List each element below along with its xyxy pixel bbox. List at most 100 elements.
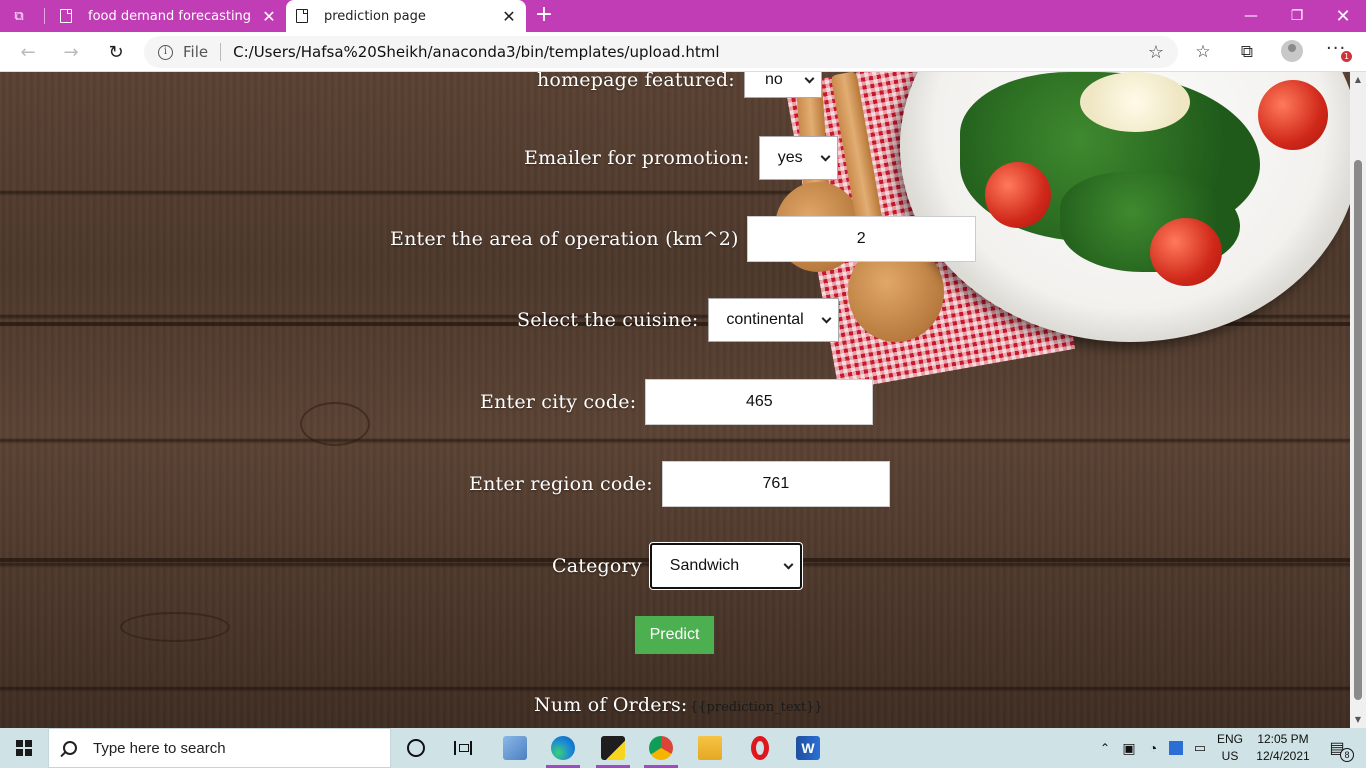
page-icon: [60, 9, 72, 23]
task-view-button[interactable]: [440, 728, 486, 768]
emailer-select[interactable]: yes: [758, 136, 838, 180]
url-scheme: File: [183, 43, 209, 61]
chevron-down-icon: [821, 313, 831, 324]
meet-now-icon[interactable]: ▣: [1119, 728, 1139, 768]
city-label: Enter city code:: [480, 391, 637, 413]
select-value: yes: [777, 149, 803, 166]
browser-tab-bar: ⧉ food demand forecasting ✕ prediction p…: [0, 0, 1366, 32]
page-icon: [296, 9, 308, 23]
page-viewport: homepage featured: no Emailer for promot…: [0, 72, 1350, 728]
tab-actions-icon[interactable]: ⧉: [8, 6, 30, 26]
area-label: Enter the area of operation (km^2): [390, 228, 739, 250]
scrollbar-thumb[interactable]: [1354, 160, 1362, 700]
category-row: Category Sandwich: [552, 543, 802, 589]
select-value: continental: [726, 311, 804, 328]
edge-icon: [551, 736, 575, 760]
wood-knot: [300, 402, 370, 446]
collections-icon[interactable]: ⧉: [1232, 38, 1262, 66]
emailer-label: Emailer for promotion:: [524, 147, 750, 169]
folder-icon: [698, 736, 722, 760]
region-code-input[interactable]: 761: [661, 461, 890, 507]
cuisine-select[interactable]: continental: [707, 298, 839, 342]
notification-count: 8: [1340, 748, 1354, 762]
start-button[interactable]: [0, 728, 48, 768]
taskbar-search-box[interactable]: Type here to search: [48, 728, 391, 768]
sticky-notes-icon: [601, 736, 625, 760]
select-value: no: [764, 72, 783, 88]
windows-icon: [16, 740, 32, 756]
city-code-input[interactable]: 465: [645, 379, 874, 425]
clock-date: 12/4/2021: [1256, 749, 1310, 763]
taskbar-app-edge[interactable]: [540, 728, 586, 768]
close-window-button[interactable]: ✕: [1320, 0, 1366, 32]
cortana-icon: [407, 739, 425, 757]
select-value: Sandwich: [669, 557, 740, 574]
category-select[interactable]: Sandwich: [649, 543, 802, 589]
chrome-icon: [649, 736, 673, 760]
opera-icon: [751, 736, 769, 760]
add-favorite-icon[interactable]: ☆: [1148, 42, 1164, 63]
region-row: Enter region code: 761: [469, 461, 890, 507]
tab-separator: [44, 8, 45, 24]
profile-avatar[interactable]: [1281, 40, 1303, 62]
minimize-button[interactable]: —: [1228, 0, 1274, 32]
taskbar-app-opera[interactable]: [737, 728, 783, 768]
cherry-tomato: [1258, 80, 1328, 150]
chevron-down-icon: [783, 559, 794, 570]
taskbar-app-pc[interactable]: [492, 728, 538, 768]
action-center-button[interactable]: ▤ 8: [1322, 728, 1354, 768]
task-view-icon: [454, 741, 472, 755]
tab-food-demand-forecasting[interactable]: food demand forecasting ✕: [50, 0, 286, 32]
search-placeholder: Type here to search: [93, 739, 226, 757]
cherry-tomato: [1150, 218, 1222, 286]
tab-title: prediction page: [324, 8, 426, 24]
predict-button[interactable]: Predict: [635, 616, 714, 654]
close-icon[interactable]: ✕: [498, 7, 520, 26]
cortana-button[interactable]: [393, 728, 439, 768]
taskbar-clock[interactable]: 12:05 PM 12/4/2021: [1252, 731, 1314, 765]
area-row: Enter the area of operation (km^2) 2: [390, 216, 976, 262]
word-icon: W: [796, 736, 820, 760]
num-of-orders-label: Num of Orders:: [534, 694, 688, 716]
close-icon[interactable]: ✕: [258, 7, 280, 26]
region-label: Enter region code:: [469, 473, 653, 495]
category-label: Category: [552, 555, 642, 577]
homepage-featured-select[interactable]: no: [743, 72, 822, 98]
taskbar-app-word[interactable]: W: [785, 728, 831, 768]
homepage-featured-label: homepage featured:: [537, 72, 735, 91]
wifi-icon[interactable]: ◔: [1143, 728, 1163, 768]
taskbar-app-notes[interactable]: [590, 728, 636, 768]
scroll-up-icon[interactable]: ▲: [1350, 72, 1366, 88]
windows-taskbar: Type here to search W ⌃ ▣ ◔ ▭ ENG US 12:…: [0, 728, 1366, 768]
language-code: ENG: [1216, 732, 1243, 746]
taskbar-app-explorer[interactable]: [687, 728, 733, 768]
restore-button[interactable]: ❐: [1274, 0, 1320, 32]
city-row: Enter city code: 465: [480, 379, 874, 425]
info-icon[interactable]: i: [158, 44, 173, 60]
chevron-down-icon: [820, 151, 831, 162]
prediction-result: {{prediction_text}}: [690, 700, 823, 715]
homepage-featured-row: homepage featured: no: [537, 72, 822, 98]
tab-title: food demand forecasting: [88, 8, 252, 24]
tab-prediction-page[interactable]: prediction page ✕: [286, 0, 526, 32]
cheese-topping: [1080, 72, 1190, 132]
clock-time: 12:05 PM: [1257, 732, 1309, 746]
taskbar-app-chrome[interactable]: [638, 728, 684, 768]
back-button[interactable]: ←: [13, 38, 43, 66]
address-bar[interactable]: i File C:/Users/Hafsa%20Sheikh/anaconda3…: [144, 36, 1178, 68]
scroll-down-icon[interactable]: ▼: [1350, 712, 1366, 728]
vertical-scrollbar[interactable]: ▲ ▼: [1350, 72, 1366, 728]
forward-button[interactable]: →: [56, 38, 86, 66]
new-tab-button[interactable]: +: [532, 4, 556, 28]
favorites-icon[interactable]: ☆: [1188, 38, 1218, 66]
browser-toolbar: ← → ↻ i File C:/Users/Hafsa%20Sheikh/ana…: [0, 32, 1366, 72]
area-input[interactable]: 2: [746, 216, 976, 262]
app-tray-icon[interactable]: [1166, 728, 1186, 768]
refresh-button[interactable]: ↻: [101, 38, 131, 66]
chevron-down-icon: [804, 73, 815, 84]
language-indicator[interactable]: ENG US: [1214, 731, 1246, 765]
url-text[interactable]: C:/Users/Hafsa%20Sheikh/anaconda3/bin/te…: [233, 43, 719, 61]
battery-icon[interactable]: ▭: [1189, 728, 1211, 768]
region-code: US: [1221, 749, 1239, 763]
show-hidden-icons-button[interactable]: ⌃: [1096, 728, 1114, 768]
